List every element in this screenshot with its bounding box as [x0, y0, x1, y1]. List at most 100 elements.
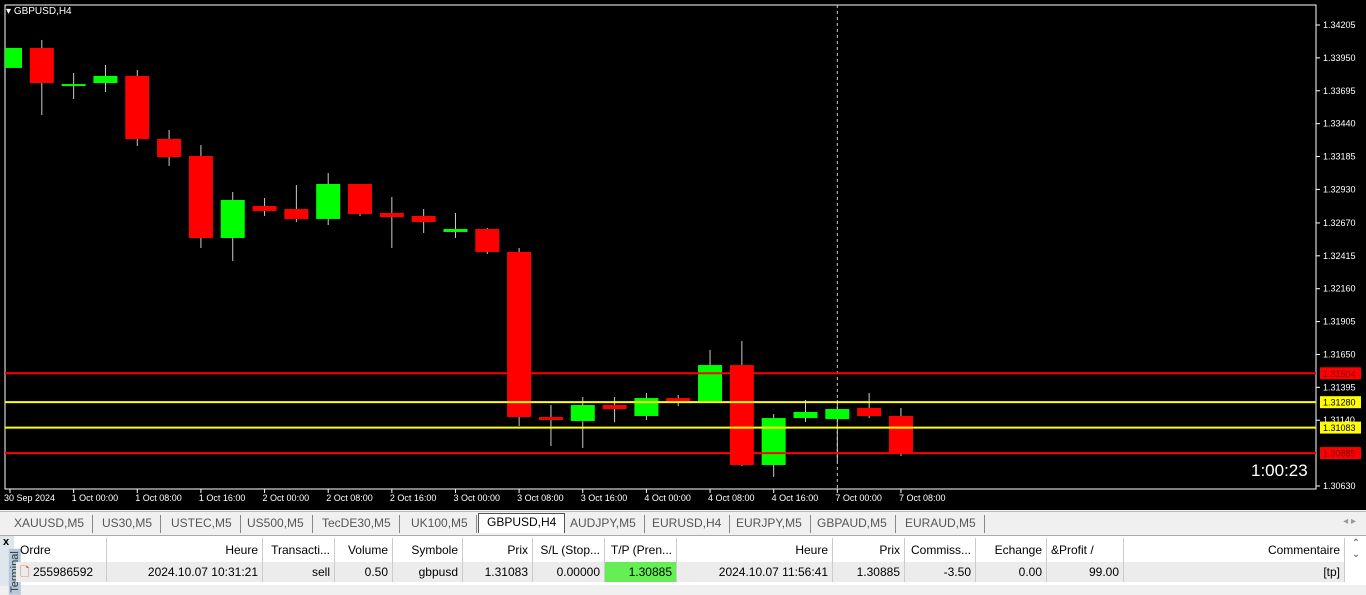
price-tick-label: 1.33185 — [1323, 152, 1356, 162]
close-icon[interactable]: x — [3, 536, 9, 548]
column-header[interactable]: Transacti... — [263, 538, 335, 562]
scroll-up-icon[interactable]: ⌃ — [1346, 538, 1366, 549]
table-cell: [tp] — [1124, 562, 1345, 582]
tab-ustec-m5[interactable]: USTEC,M5 — [163, 515, 241, 533]
time-tick-label: 4 Oct 16:00 — [772, 493, 819, 503]
scroll-down-icon[interactable]: ⌄ — [1346, 549, 1366, 560]
candle-body — [793, 411, 818, 419]
table-cell: -3.50 — [905, 562, 976, 582]
time-tick-label: 3 Oct 16:00 — [581, 493, 628, 503]
price-tick-label: 1.33695 — [1323, 86, 1356, 96]
candle-body — [761, 418, 786, 465]
candle-body — [93, 75, 118, 84]
chart-tabs: XAUUSD,M5 US30,M5 USTEC,M5 US500,M5 TecDE30,… — [0, 511, 1366, 533]
time-tick-label: 1 Oct 08:00 — [135, 493, 182, 503]
column-header[interactable]: S/L (Stop... — [533, 538, 605, 562]
column-header[interactable]: Echange — [976, 538, 1047, 562]
time-tick-label: 2 Oct 16:00 — [390, 493, 437, 503]
time-tick-label: 2 Oct 00:00 — [263, 493, 310, 503]
candle-body — [570, 405, 595, 422]
column-header[interactable]: Commentaire — [1124, 538, 1345, 562]
time-tick-label: 30 Sep 2024 — [4, 493, 55, 503]
candle-body — [475, 229, 500, 252]
time-tick-label: 2 Oct 08:00 — [326, 493, 373, 503]
price-tick-label: 1.34205 — [1323, 20, 1356, 30]
price-level-label: 1.30885 — [1323, 449, 1356, 459]
price-tick-label: 1.32415 — [1323, 251, 1356, 261]
table-row[interactable]: 🗋 255986592 2024.10.07 10:31:21 sell 0.50 gb… — [16, 562, 1345, 582]
column-header[interactable]: &Profit / — [1047, 538, 1124, 562]
candle-body — [507, 251, 532, 418]
time-tick-label: 3 Oct 08:00 — [517, 493, 564, 503]
table-cell: 0.50 — [335, 562, 393, 582]
scrollbar[interactable]: ⌃ ⌄ — [1346, 538, 1366, 582]
price-tick-label: 1.31395 — [1323, 382, 1356, 392]
tab-gbpusd-h4[interactable]: GBPUSD,H4 — [478, 513, 566, 533]
table-cell: 99.00 — [1047, 562, 1124, 582]
candle-body — [602, 405, 627, 410]
table-cell: 1.30885 — [833, 562, 905, 582]
price-tick-label: 1.32670 — [1323, 218, 1356, 228]
candle-body — [888, 415, 913, 453]
table-cell: 0.00 — [976, 562, 1047, 582]
price-level-label: 1.31083 — [1323, 423, 1356, 433]
tab-xauusd-m5[interactable]: XAUUSD,M5 — [6, 515, 94, 533]
candle-body — [411, 215, 436, 223]
column-header[interactable]: Prix — [833, 538, 905, 562]
time-tick-label: 3 Oct 00:00 — [453, 493, 500, 503]
candle-timer: 1:00:23 — [1251, 461, 1308, 480]
candle-body — [188, 156, 213, 239]
candle-body — [220, 199, 245, 239]
candle-body — [29, 47, 54, 84]
order-icon: 🗋 — [20, 565, 33, 579]
time-tick-label: 7 Oct 00:00 — [835, 493, 882, 503]
column-header[interactable]: Heure — [107, 538, 263, 562]
time-tick-label: 1 Oct 00:00 — [72, 493, 119, 503]
candle-body — [316, 183, 341, 219]
plot-frame — [4, 4, 1317, 490]
terminal-sidebar: x Terminal — [0, 536, 21, 595]
candle-body — [284, 209, 309, 219]
chart-area[interactable]: 1.34205 1.33950 1.33695 1.33440 1.33185 1.329… — [0, 0, 1366, 510]
price-level-label: 1.31504 — [1323, 369, 1356, 379]
candle-body — [825, 409, 850, 420]
tab-uk100-m5[interactable]: UK100,M5 — [403, 515, 477, 533]
tab-tecde30-m5[interactable]: TecDE30,M5 — [314, 515, 400, 533]
tab-euraud-m5[interactable]: EURAUD,M5 — [897, 515, 985, 533]
candle-body — [5, 47, 22, 68]
price-level-label: 1.31280 — [1323, 398, 1356, 408]
time-tick-label: 4 Oct 08:00 — [708, 493, 755, 503]
column-header[interactable]: Heure — [677, 538, 833, 562]
tab-us500-m5[interactable]: US500,M5 — [239, 515, 313, 533]
candle-body — [634, 398, 659, 416]
column-header[interactable]: Symbole — [393, 538, 463, 562]
table-cell: 1.30885 — [605, 562, 677, 582]
tab-eurusd-h4[interactable]: EURUSD,H4 — [644, 515, 731, 533]
tab-us30-m5[interactable]: US30,M5 — [94, 515, 162, 533]
chart-title: ▾ GBPUSD,H4 — [6, 6, 72, 17]
candle-body — [857, 407, 882, 416]
column-header[interactable]: Volume — [335, 538, 393, 562]
symbol-label: GBPUSD,H4 — [13, 6, 72, 17]
tab-eurjpy-m5[interactable]: EURJPY,M5 — [728, 515, 811, 533]
column-header[interactable]: T/P (Pren... — [605, 538, 677, 562]
candle-body — [443, 229, 468, 232]
candle-body — [538, 417, 563, 420]
tab-gbpaud-m5[interactable]: GBPAUD,M5 — [809, 515, 896, 533]
candle-body — [157, 138, 182, 158]
tab-audjpy-m5[interactable]: AUDJPY,M5 — [562, 515, 645, 533]
time-tick-label: 7 Oct 08:00 — [899, 493, 946, 503]
price-tick-label: 1.31905 — [1323, 317, 1356, 327]
price-tick-label: 1.32930 — [1323, 184, 1356, 194]
table-cell: 0.00000 — [533, 562, 605, 582]
table-cell: 🗋 255986592 — [16, 562, 107, 582]
tab-scroll-arrows-icon[interactable]: ◂ ▸ — [1343, 516, 1356, 527]
column-header[interactable]: Ordre — [16, 538, 107, 562]
table-cell: gbpusd — [393, 562, 463, 582]
candle-body — [348, 183, 373, 215]
column-header[interactable]: Commiss... — [905, 538, 976, 562]
table-header: Ordre Heure Transacti... Volume Symbole Prix S… — [16, 538, 1345, 562]
candlestick-chart[interactable]: 1.34205 1.33950 1.33695 1.33440 1.33185 1.329… — [0, 0, 1366, 510]
column-header[interactable]: Prix — [463, 538, 533, 562]
table-cell: 1.31083 — [463, 562, 533, 582]
